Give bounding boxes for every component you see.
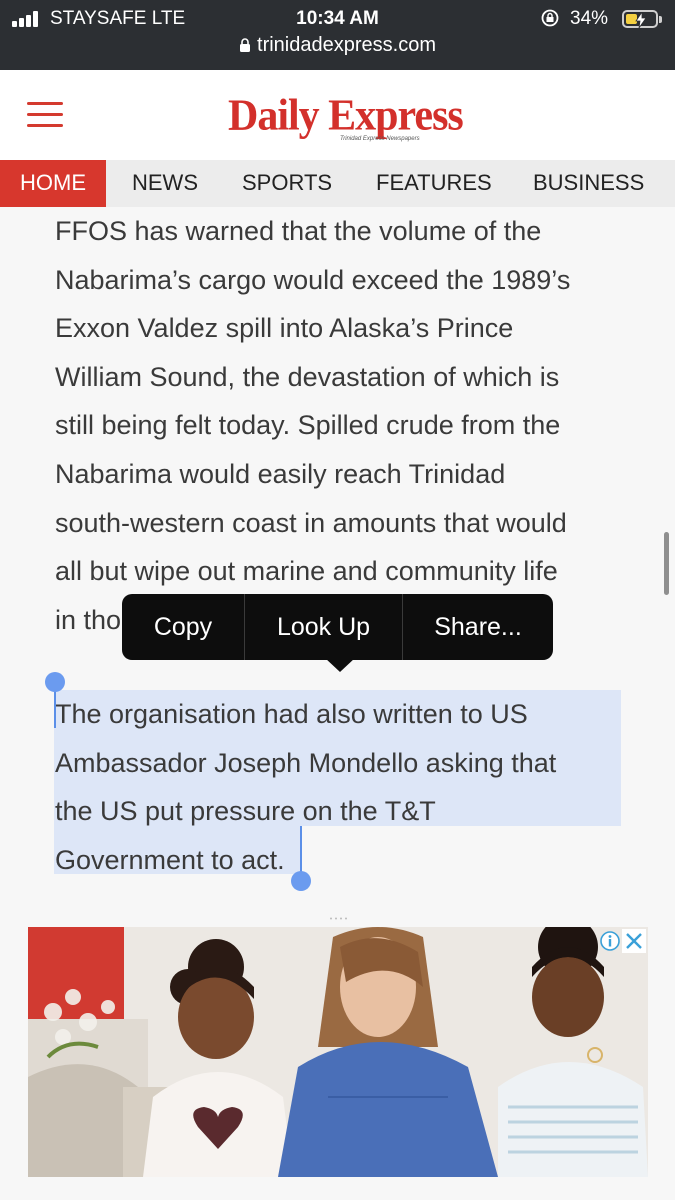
site-logo[interactable]: Daily Express Trinidad Express Newspaper… — [228, 91, 464, 148]
tab-features[interactable]: FEATURES — [376, 160, 492, 207]
battery-charging-icon — [622, 10, 662, 28]
ad-info-icon[interactable] — [600, 931, 620, 951]
text-line: William Sound, the devastation of which … — [55, 361, 560, 392]
look-up-menu-item[interactable]: Look Up — [245, 594, 402, 660]
url-text: trinidadexpress.com — [257, 34, 436, 56]
text-line: Nabarima’s cargo would exceed the 1989’s — [55, 264, 571, 295]
text-line: all but wipe out marine and community li… — [55, 556, 558, 587]
text-line: The organisation had also written to US — [55, 699, 528, 729]
text-line: still being felt today. Spilled crude fr… — [55, 410, 561, 441]
url-bar[interactable]: trinidadexpress.com — [0, 34, 675, 57]
section-nav: HOME NEWS SPORTS FEATURES BUSINESS — [0, 160, 675, 207]
advertisement[interactable] — [28, 927, 648, 1177]
text-line: south-western coast in amounts that woul… — [55, 507, 567, 538]
paragraph: FFOS has warned that the volume of the N… — [55, 207, 635, 644]
logo-text: Daily Express — [228, 91, 464, 141]
copy-menu-item[interactable]: Copy — [122, 594, 244, 660]
rotation-lock-icon — [541, 9, 559, 27]
share-menu-item[interactable]: Share... — [403, 594, 553, 660]
text-line: Ambassador Joseph Mondello asking that — [55, 747, 557, 778]
text-line: Nabarima would easily reach Trinidad — [55, 458, 506, 489]
text-context-menu: Copy Look Up Share... — [122, 594, 553, 672]
tab-home[interactable]: HOME — [0, 160, 106, 207]
padlock-icon — [240, 38, 251, 52]
ad-close-icon[interactable] — [622, 929, 646, 953]
scrollbar[interactable] — [664, 532, 669, 595]
ad-image — [28, 927, 648, 1177]
text-line: Exxon Valdez spill into Alaska’s Prince — [55, 313, 514, 344]
drag-handle-icon — [330, 917, 347, 920]
status-bar: STAYSAFE LTE 10:34 AM 34% trinidadexpres… — [0, 0, 675, 70]
selection-end-handle[interactable] — [291, 871, 311, 891]
logo-tagline: Trinidad Express Newspapers — [340, 136, 420, 142]
selection-start-caret — [54, 690, 56, 728]
hamburger-icon[interactable] — [27, 102, 63, 128]
tab-business[interactable]: BUSINESS — [533, 160, 644, 207]
tab-sports[interactable]: SPORTS — [242, 160, 332, 207]
site-header: Daily Express Trinidad Express Newspaper… — [0, 70, 675, 160]
selected-paragraph[interactable]: The organisation had also written to US … — [55, 690, 635, 884]
selection-end-caret — [300, 826, 302, 872]
text-line: the US put pressure on the T&T — [55, 796, 436, 827]
tab-news[interactable]: NEWS — [132, 160, 198, 207]
text-line: Government to act. — [55, 844, 285, 875]
text-line: FFOS has warned that the volume of the — [55, 216, 542, 246]
battery-percent: 34% — [570, 8, 609, 29]
selection-start-handle[interactable] — [45, 672, 65, 692]
menu-pointer — [325, 658, 355, 672]
